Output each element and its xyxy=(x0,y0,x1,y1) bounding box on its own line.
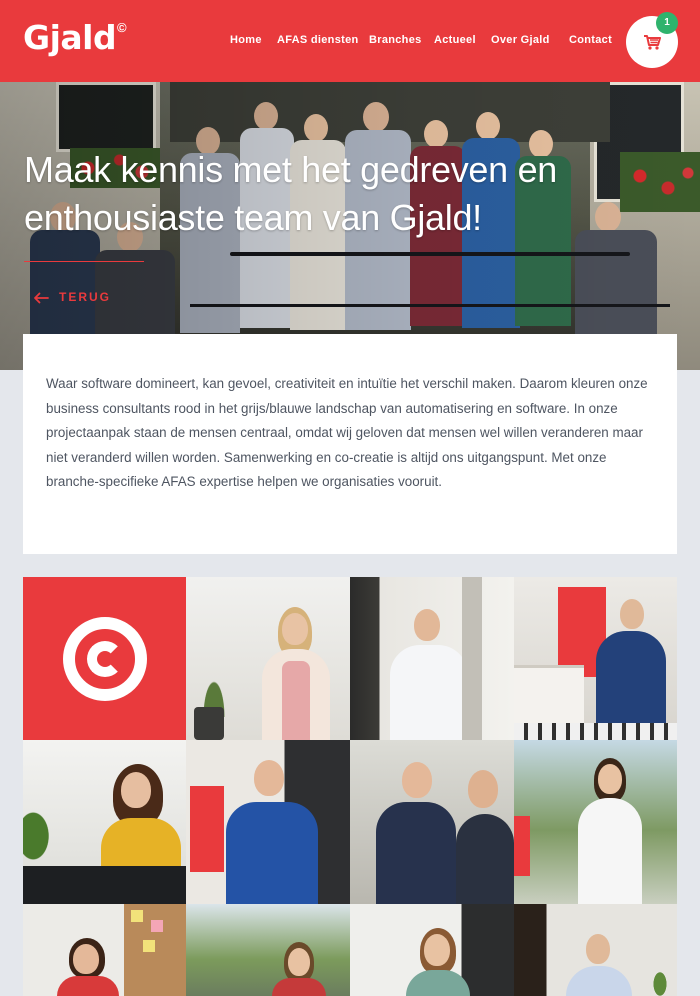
team-photo[interactable] xyxy=(186,577,350,740)
team-photo[interactable] xyxy=(350,740,514,904)
site-header: Gjald © Home AFAS diensten Branches Actu… xyxy=(0,0,700,82)
team-photo[interactable] xyxy=(514,577,677,740)
team-photo[interactable] xyxy=(186,904,350,996)
nav-item-afas-diensten[interactable]: AFAS diensten xyxy=(277,34,359,46)
team-photo-grid xyxy=(23,577,677,996)
back-link-label: TERUG xyxy=(59,290,111,304)
hero-banner: Maak kennis met het gedreven en enthousi… xyxy=(0,82,700,370)
team-photo[interactable] xyxy=(350,577,514,740)
nav-item-actueel[interactable]: Actueel xyxy=(434,34,476,46)
team-photo[interactable] xyxy=(514,904,677,996)
nav-item-branches[interactable]: Branches xyxy=(369,34,422,46)
back-link[interactable]: TERUG xyxy=(33,290,111,304)
main-nav: Home AFAS diensten Branches Actueel Over… xyxy=(0,34,700,50)
title-underline xyxy=(24,261,144,262)
team-photo[interactable] xyxy=(23,740,186,904)
arrow-left-icon xyxy=(34,292,49,304)
nav-item-contact[interactable]: Contact xyxy=(569,34,612,46)
team-photo[interactable] xyxy=(350,904,514,996)
nav-item-home[interactable]: Home xyxy=(230,34,262,46)
team-photo[interactable] xyxy=(23,904,186,996)
intro-card: Waar software domineert, kan gevoel, cre… xyxy=(23,334,677,554)
cart-count-badge: 1 xyxy=(656,12,678,34)
copyright-icon xyxy=(63,617,147,701)
page-title: Maak kennis met het gedreven en enthousi… xyxy=(24,149,558,238)
team-photo[interactable] xyxy=(186,740,350,904)
intro-text: Waar software domineert, kan gevoel, cre… xyxy=(46,376,648,490)
logo-mark: © xyxy=(117,20,127,35)
cart-icon xyxy=(644,35,661,50)
team-photo[interactable] xyxy=(514,740,677,904)
logo-tile xyxy=(23,577,186,740)
nav-item-over-gjald[interactable]: Over Gjald xyxy=(491,34,550,46)
